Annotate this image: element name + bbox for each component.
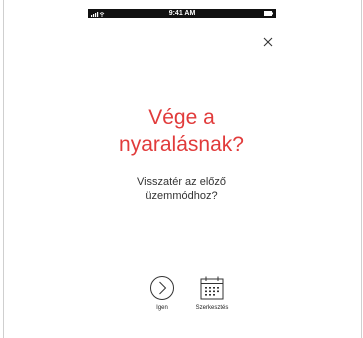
dialog-title-line-1: Vége a [148,106,215,129]
dialog-title-line-2: nyaralásnak? [119,133,244,156]
edit-button-label: Szerkesztés [195,305,229,311]
calendar-icon [200,276,224,300]
dialog-message-line-1: Visszatér az előző [136,176,227,188]
dialog-title: Vége a nyaralásnak? [0,104,363,158]
battery-icon [264,11,273,16]
dialog-message: Visszatér az előző üzemmódhoz? [0,175,363,203]
status-time: 9:41 AM [168,10,196,17]
status-bar: 9:41 AM [88,9,276,18]
close-icon[interactable] [262,36,274,48]
edit-button[interactable]: Szerkesztés [182,275,242,311]
dialog-message-line-2: üzemmódhoz? [145,190,218,202]
chevron-right-circle-icon [150,276,174,300]
